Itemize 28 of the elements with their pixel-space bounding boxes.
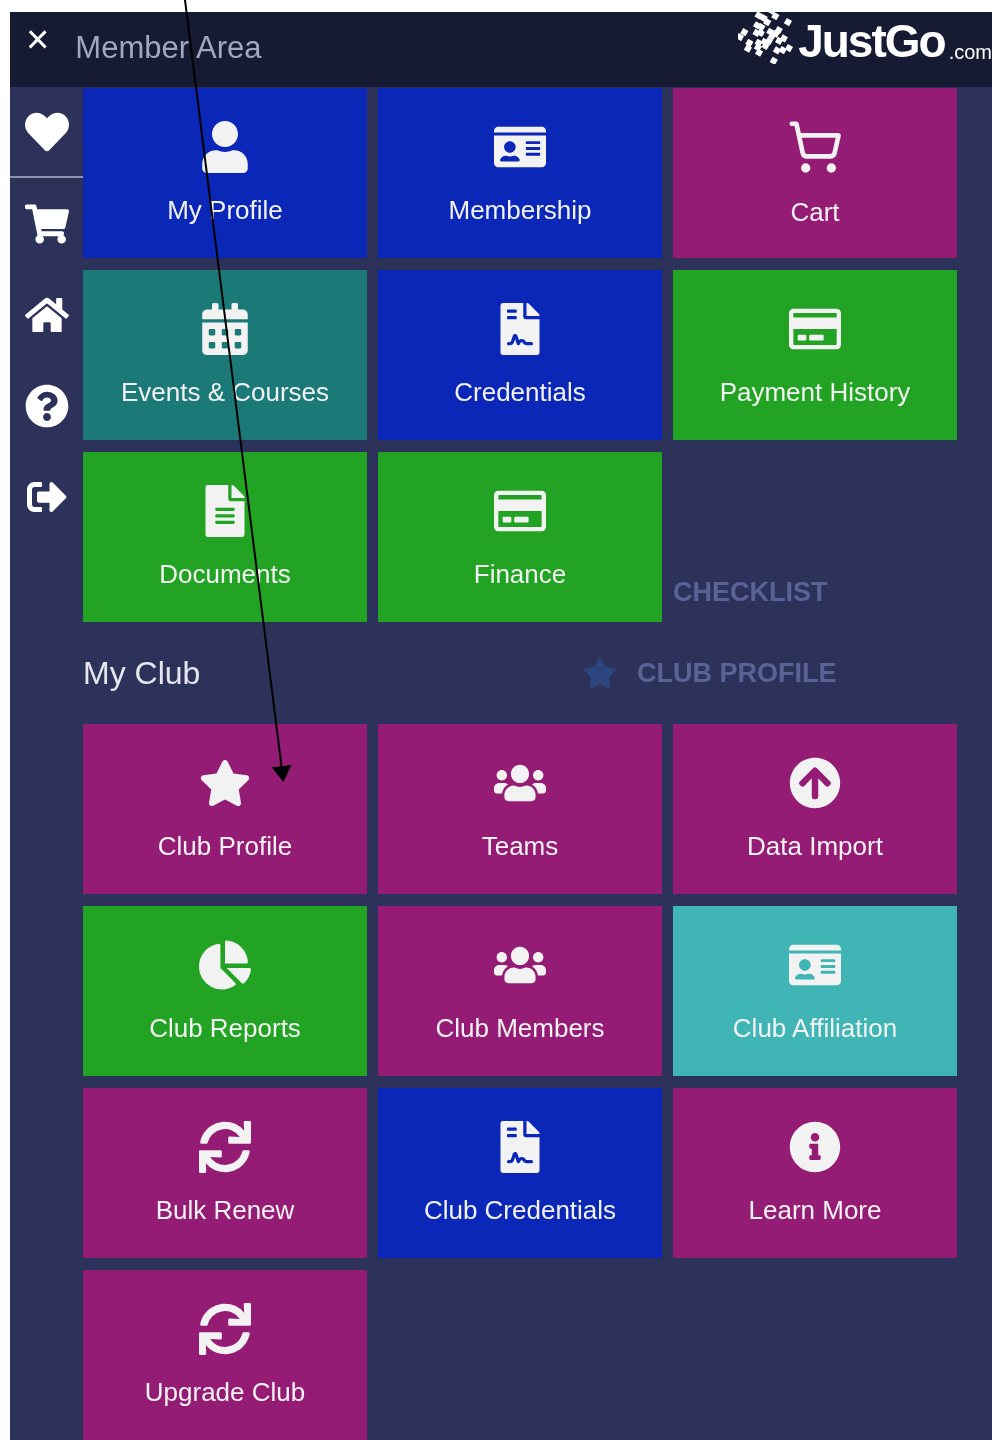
- menu-tile[interactable]: Club Profile: [83, 724, 367, 894]
- info-icon: [789, 1120, 841, 1173]
- calendar-icon: [199, 302, 251, 355]
- faded-section-title: CHECKLIST: [673, 577, 828, 608]
- menu-tile[interactable]: Membership: [378, 88, 662, 258]
- upload-icon: [789, 756, 841, 809]
- cart-icon: [24, 201, 69, 246]
- menu-tile[interactable]: Credentials: [378, 270, 662, 440]
- section-title: My Club: [83, 654, 202, 692]
- refresh-icon: [199, 1120, 251, 1173]
- menu-tile[interactable]: Upgrade Club: [83, 1270, 367, 1440]
- faded-item-label: CLUB PROFILE: [637, 657, 837, 689]
- menu-tile[interactable]: Bulk Renew: [83, 1088, 367, 1258]
- menu-tile[interactable]: Cart: [673, 88, 957, 258]
- logo: JustGo.com: [738, 7, 992, 64]
- close-button[interactable]: ×: [26, 18, 50, 59]
- pie-chart-icon: [199, 938, 251, 991]
- star-icon: [583, 656, 617, 690]
- cart-icon: [787, 118, 843, 175]
- window-title: Member Area: [75, 29, 263, 66]
- menu-tile[interactable]: Data Import: [673, 724, 957, 894]
- menu-tile[interactable]: Club Members: [378, 906, 662, 1076]
- help-icon: [24, 383, 69, 428]
- menu-tile[interactable]: Learn More: [673, 1088, 957, 1258]
- refresh-icon: [199, 1302, 251, 1355]
- menu-tile[interactable]: Club Credentials: [378, 1088, 662, 1258]
- menu-tile[interactable]: Teams: [378, 724, 662, 894]
- person-icon: [199, 120, 251, 173]
